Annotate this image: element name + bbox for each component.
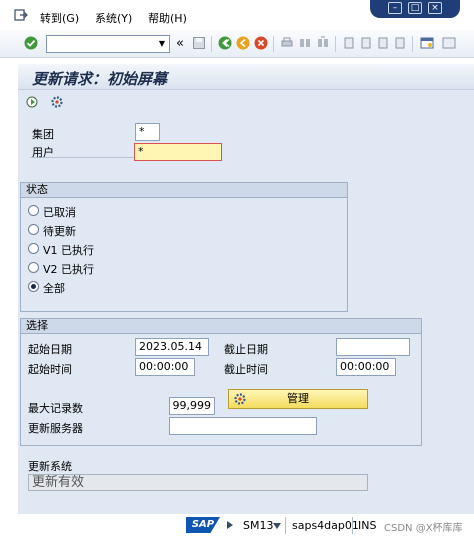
exit-icon[interactable] (236, 36, 250, 50)
manage-button[interactable]: 管理 (228, 389, 368, 409)
client-label: 集团 (32, 128, 54, 141)
update-status-field: 更新有效 (28, 474, 368, 491)
find-next-icon[interactable] (316, 36, 330, 50)
max-records-input[interactable]: 99,999 (169, 397, 215, 415)
window-controls: – □ × (370, 0, 460, 18)
collapse-toolbar-icon[interactable]: « (176, 36, 184, 51)
screen-title-bar: 更新请求：初始屏幕 (18, 64, 474, 90)
status-radio-label: V2 已执行 (43, 263, 95, 276)
selection-group-title: 选择 (21, 319, 421, 334)
sap-logo: SAP (186, 517, 220, 533)
toolbar-separator (273, 36, 274, 52)
user-input[interactable]: * (134, 143, 222, 161)
status-radio[interactable] (28, 262, 39, 273)
toolbar-separator (412, 36, 413, 52)
end-date-input[interactable] (336, 338, 410, 356)
status-radio[interactable] (28, 205, 39, 216)
update-server-input[interactable] (169, 417, 317, 435)
server-name: saps4dap01 (292, 519, 359, 532)
end-date-label: 截止日期 (224, 343, 268, 356)
toolbar-separator (211, 36, 212, 52)
command-field[interactable] (46, 35, 170, 53)
status-separator (285, 517, 286, 534)
maximize-icon[interactable]: □ (408, 2, 422, 14)
transaction-code: SM13 (243, 519, 274, 532)
status-radio-label: 待更新 (43, 225, 76, 238)
status-radio[interactable] (28, 243, 39, 254)
new-session-icon[interactable] (420, 36, 434, 50)
next-page-icon[interactable] (376, 36, 390, 50)
menu-goto[interactable]: 转到(G) (40, 10, 79, 26)
watermark: CSDN @X杯库库 (384, 523, 463, 534)
back-icon[interactable] (218, 36, 232, 50)
previous-page-icon[interactable] (359, 36, 373, 50)
status-radio-label: 已取消 (43, 206, 76, 219)
cancel-icon[interactable] (254, 36, 268, 50)
first-page-icon[interactable] (342, 36, 356, 50)
update-system-label: 更新系统 (28, 460, 72, 473)
manage-button-label: 管理 (287, 393, 309, 405)
manage-gear-icon (234, 393, 246, 405)
menu-help[interactable]: 帮助(H) (148, 10, 187, 26)
print-icon[interactable] (280, 36, 294, 50)
status-group-title: 状态 (21, 183, 347, 198)
update-server-label: 更新服务器 (28, 422, 83, 435)
start-time-input[interactable]: 00:00:00 (135, 358, 195, 376)
transaction-dropdown-icon[interactable] (273, 523, 281, 529)
start-time-label: 起始时间 (28, 363, 72, 376)
system-toolbar: ▼ « (0, 30, 474, 58)
settings-gear-icon[interactable] (50, 95, 64, 109)
minimize-icon[interactable]: – (388, 2, 402, 14)
status-radio[interactable] (28, 281, 39, 292)
start-date-label: 起始日期 (28, 343, 72, 356)
client-input[interactable]: * (135, 123, 160, 141)
status-group: 状态 已取消待更新 V1 已执行 V2 已执行 全部 (20, 182, 348, 312)
toolbar-separator (335, 36, 336, 52)
status-bar: SAP SM13 saps4dap01 INS CSDN @X杯库库 (0, 514, 474, 537)
status-radio-label: 全部 (43, 282, 65, 295)
status-separator (352, 517, 353, 534)
last-page-icon[interactable] (393, 36, 407, 50)
menu-icon[interactable] (14, 8, 28, 22)
enter-check-icon[interactable] (24, 36, 38, 50)
menu-bar: 转到(G) 系统(Y) 帮助(H) – □ × (0, 0, 474, 30)
application-toolbar (18, 91, 474, 113)
find-icon[interactable] (298, 36, 312, 50)
main-screen: 更新请求：初始屏幕 集团 * 用户 * 状态 已取消待更新 V1 已执行 V2 已执… (18, 64, 474, 520)
end-time-label: 截止时间 (224, 363, 268, 376)
page-title: 更新请求：初始屏幕 (32, 70, 168, 88)
help-icon[interactable] (442, 36, 456, 50)
execute-icon[interactable] (26, 95, 40, 109)
insert-mode: INS (358, 519, 377, 532)
save-icon[interactable] (192, 36, 206, 50)
status-expand-icon[interactable] (226, 520, 234, 530)
status-radio[interactable] (28, 224, 39, 235)
end-time-input[interactable]: 00:00:00 (336, 358, 396, 376)
menu-system[interactable]: 系统(Y) (95, 10, 132, 26)
command-dropdown-icon[interactable]: ▼ (154, 35, 170, 53)
close-icon[interactable]: × (428, 2, 442, 14)
selection-group: 选择 起始日期 2023.05.14 截止日期 起始时间 00:00:00 截止… (20, 318, 422, 446)
status-radio-label: V1 已执行 (43, 244, 95, 257)
max-records-label: 最大记录数 (28, 402, 83, 415)
start-date-input[interactable]: 2023.05.14 (135, 338, 209, 356)
user-label: 用户 (32, 146, 54, 159)
